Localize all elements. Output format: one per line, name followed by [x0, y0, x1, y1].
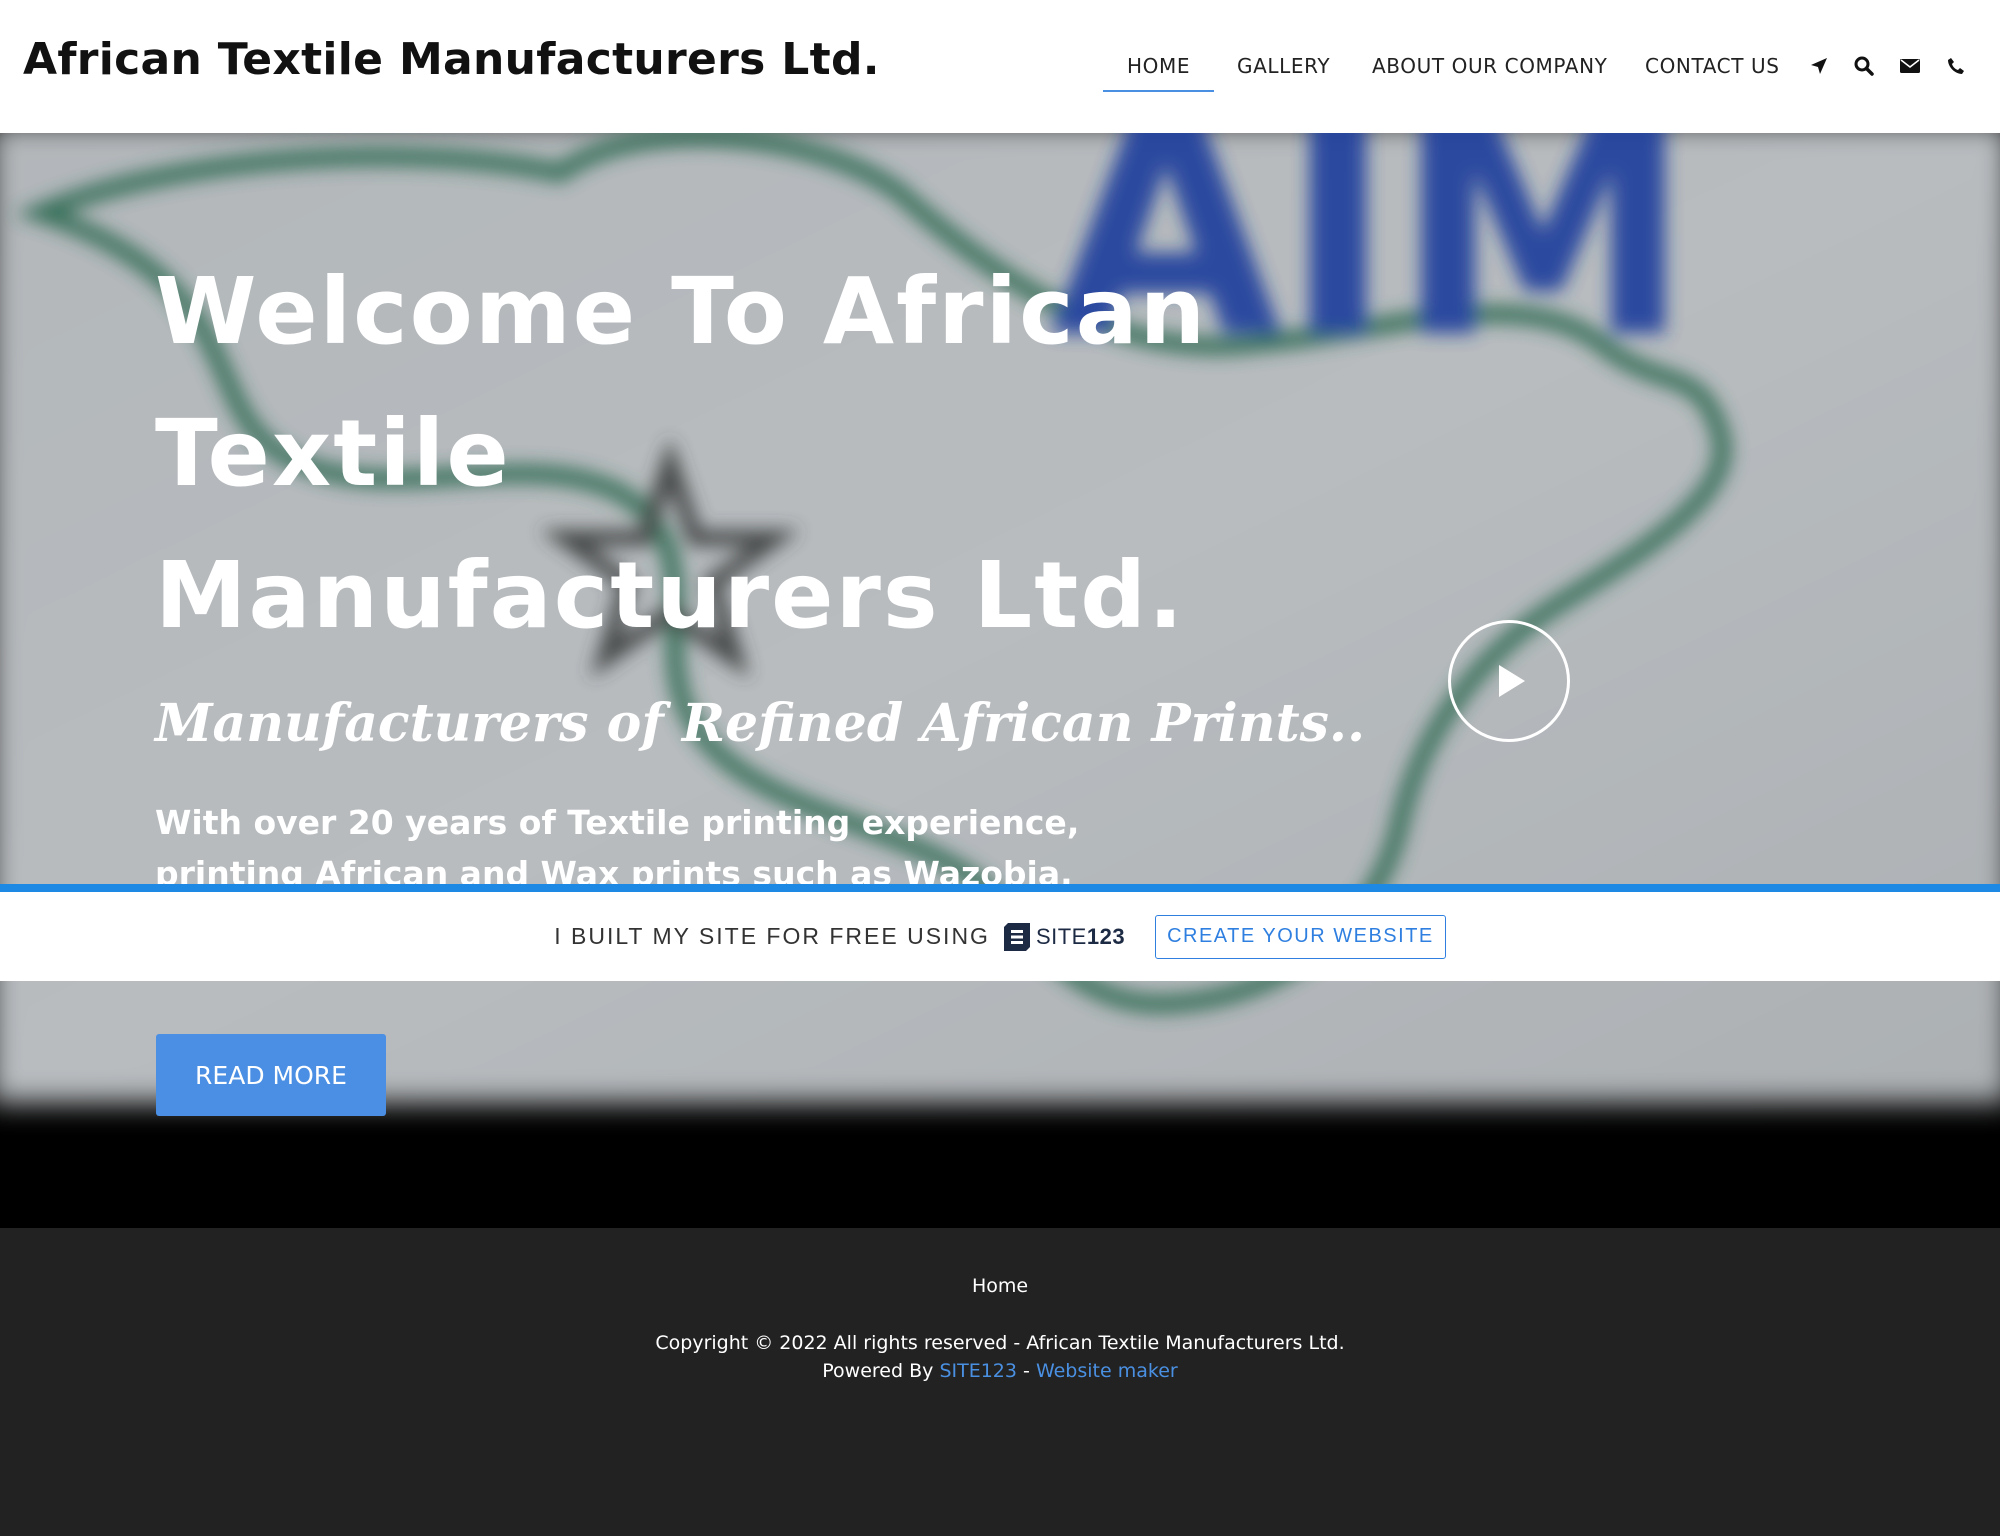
site123-logo-icon: [1003, 922, 1030, 951]
create-your-website-button[interactable]: CREATE YOUR WEBSITE: [1155, 914, 1446, 959]
site-header: African Textile Manufacturers Ltd. HOME …: [0, 0, 2000, 133]
nav-gallery[interactable]: GALLERY: [1237, 54, 1330, 78]
play-icon: [1499, 665, 1525, 697]
site123-logo[interactable]: SITE123: [1003, 922, 1126, 951]
nav-home[interactable]: HOME: [1102, 54, 1215, 92]
promo-text: I BUILT MY SITE FOR FREE USING: [554, 923, 990, 949]
footer-home-link-text[interactable]: Home: [972, 1275, 1028, 1297]
footer-home-link: Home: [0, 1275, 2000, 1297]
powered-by-separator: -: [1023, 1360, 1030, 1382]
website-maker-link[interactable]: Website maker: [1036, 1360, 1178, 1382]
powered-by-label: Powered By: [822, 1360, 934, 1382]
site-footer: Home Copyright © 2022 All rights reserve…: [0, 1228, 2000, 1536]
hero-title: Welcome To African Textile Manufacturers…: [155, 241, 1208, 667]
nav-contact-us[interactable]: CONTACT US: [1645, 54, 1780, 78]
hero-subtitle: Manufacturers of Refined African Prints.…: [155, 693, 1366, 754]
footer-powered-by: Powered By SITE123 - Website maker: [0, 1360, 2000, 1382]
read-more-button[interactable]: READ MORE: [156, 1034, 386, 1116]
play-video-button[interactable]: [1448, 620, 1570, 742]
hero-title-line: Textile: [155, 400, 511, 507]
envelope-icon[interactable]: [1896, 52, 1924, 80]
search-icon[interactable]: [1850, 52, 1878, 80]
site123-link[interactable]: SITE123: [939, 1360, 1017, 1382]
location-arrow-icon[interactable]: [1805, 52, 1833, 80]
footer-copyright: Copyright © 2022 All rights reserved - A…: [655, 1332, 1345, 1354]
site123-logo-number: 123: [1086, 923, 1126, 949]
site-brand[interactable]: African Textile Manufacturers Ltd.: [23, 34, 880, 85]
hero-title-line: Welcome To African: [155, 258, 1208, 365]
hero-title-line: Manufacturers Ltd.: [155, 542, 1186, 649]
phone-icon[interactable]: [1942, 52, 1970, 80]
nav-about-our-company[interactable]: ABOUT OUR COMPANY: [1372, 54, 1607, 78]
site123-logo-text: SITE: [1035, 923, 1087, 949]
site123-promo-bar: I BUILT MY SITE FOR FREE USING SITE123 C…: [0, 884, 2000, 981]
hero-section: AIM Welcome To African Textile Manufactu…: [0, 133, 2000, 1228]
